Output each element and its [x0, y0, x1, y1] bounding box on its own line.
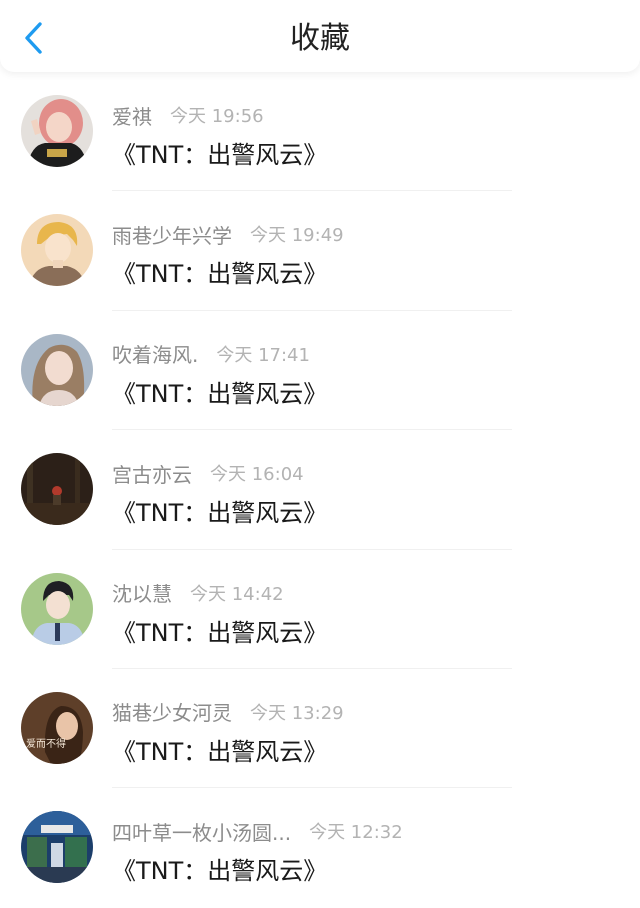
item-meta: 宫古亦云 今天 16:04 [112, 458, 304, 488]
item-content[interactable]: 《TNT：出警风云》 [112, 135, 327, 170]
item-content[interactable]: 《TNT：出警风云》 [112, 493, 327, 528]
item-content[interactable]: 《TNT：出警风云》 [112, 254, 327, 289]
timestamp: 今天 17:41 [216, 344, 310, 366]
item-content[interactable]: 《TNT：出警风云》 [112, 374, 327, 409]
username[interactable]: 沈以慧 [112, 578, 172, 607]
username[interactable]: 吹着海风. [112, 339, 198, 368]
item-content[interactable]: 《TNT：出警风云》 [112, 732, 327, 767]
timestamp: 今天 16:04 [210, 464, 304, 486]
avatar[interactable] [21, 811, 93, 884]
timestamp: 今天 13:29 [250, 702, 344, 724]
item-meta: 雨巷少年兴学 今天 19:49 [112, 219, 344, 249]
avatar[interactable]: 爱而不得 [21, 691, 93, 764]
item-meta: 沈以慧 今天 14:42 [112, 578, 284, 608]
page-title: 收藏 [290, 21, 350, 56]
avatar[interactable] [21, 214, 93, 287]
avatar[interactable] [21, 572, 93, 645]
favorites-list: 爱祺 今天 19:56 《TNT：出警风云》 雨巷少年兴学 今天 19:49 《… [0, 72, 640, 908]
timestamp: 今天 19:49 [250, 225, 344, 247]
list-item[interactable]: 雨巷少年兴学 今天 19:49 《TNT：出警风云》 [0, 191, 640, 311]
timestamp: 今天 14:42 [190, 583, 284, 605]
item-meta: 四叶草一枚小汤圆... 今天 12:32 [112, 816, 403, 846]
avatar-caption: 爱而不得 [26, 737, 66, 750]
username[interactable]: 四叶草一枚小汤圆... [112, 817, 291, 846]
item-content[interactable]: 《TNT：出警风云》 [112, 613, 327, 648]
avatar[interactable] [21, 333, 93, 406]
list-item[interactable]: 沈以慧 今天 14:42 《TNT：出警风云》 [0, 550, 640, 669]
item-meta: 爱祺 今天 19:56 [112, 100, 264, 130]
username[interactable]: 爱祺 [112, 101, 152, 130]
list-item[interactable]: 爱而不得 猫巷少女河灵 今天 13:29 《TNT：出警风云》 [0, 669, 640, 789]
avatar[interactable] [21, 95, 93, 167]
list-item[interactable]: 吹着海风. 今天 17:41 《TNT：出警风云》 [0, 311, 640, 431]
username[interactable]: 宫古亦云 [112, 459, 192, 488]
username[interactable]: 猫巷少女河灵 [112, 697, 232, 726]
list-item[interactable]: 宫古亦云 今天 16:04 《TNT：出警风云》 [0, 430, 640, 550]
item-content[interactable]: 《TNT：出警风云》 [112, 851, 327, 886]
timestamp: 今天 19:56 [170, 106, 264, 127]
timestamp: 今天 12:32 [309, 822, 403, 844]
item-meta: 猫巷少女河灵 今天 13:29 [112, 697, 344, 727]
username[interactable]: 雨巷少年兴学 [112, 220, 232, 249]
avatar[interactable] [21, 453, 93, 526]
top-bar: 收藏 [0, 0, 640, 72]
item-meta: 吹着海风. 今天 17:41 [112, 339, 310, 369]
list-item[interactable]: 爱祺 今天 19:56 《TNT：出警风云》 [0, 72, 640, 192]
list-item[interactable]: 四叶草一枚小汤圆... 今天 12:32 《TNT：出警风云》 [0, 788, 640, 907]
